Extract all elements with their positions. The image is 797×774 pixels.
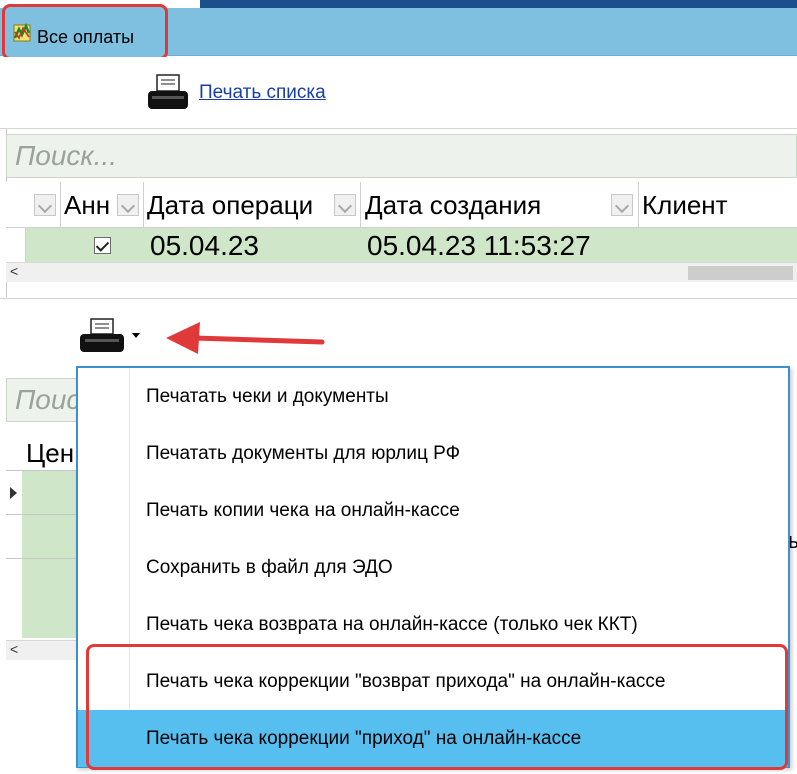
menu-item-print-receipt-copy[interactable]: Печать копии чека на онлайн-кассе <box>78 482 788 539</box>
search-placeholder: Поиск... <box>15 140 117 171</box>
menu-item-print-receipts-docs[interactable]: Печатать чеки и документы <box>78 368 788 425</box>
cell-operation-date: 05.04.23 <box>150 230 259 261</box>
horizontal-scrollbar[interactable]: < <box>6 262 797 282</box>
scroll-thumb[interactable] <box>688 266 793 280</box>
scroll-left-icon[interactable]: < <box>10 641 18 657</box>
printer-icon[interactable] <box>78 318 126 354</box>
filter-button[interactable] <box>611 194 633 216</box>
scroll-left-icon[interactable]: < <box>10 263 18 279</box>
column-header-created-at[interactable]: Дата создания <box>365 190 541 221</box>
tab-all-payments[interactable]: Все оплаты <box>2 4 168 60</box>
menu-item-label: Печать копии чека на онлайн-кассе <box>146 500 460 521</box>
menu-item-label: Печатать чеки и документы <box>146 386 389 407</box>
cell-created-at: 05.04.23 11:53:27 <box>367 230 591 261</box>
row-indicator-cell <box>6 228 26 262</box>
column-header-client[interactable]: Клиент <box>642 190 728 221</box>
column-header-annulled[interactable]: Анн <box>64 190 110 221</box>
top-window-strip <box>200 0 797 8</box>
column-header-operation-date[interactable]: Дата операци <box>147 190 313 221</box>
menu-item-print-legal-docs[interactable]: Печатать документы для юрлиц РФ <box>78 425 788 482</box>
tab-title: Все оплаты <box>37 27 135 47</box>
current-row-indicator-icon <box>10 487 17 499</box>
list-toolbar <box>0 57 797 129</box>
printer-icon[interactable] <box>146 74 190 112</box>
red-arrow-annotation-icon <box>166 322 325 354</box>
red-highlight-annotation <box>86 644 788 770</box>
filter-button[interactable] <box>34 194 56 216</box>
menu-item-label: Печатать документы для юрлиц РФ <box>146 443 461 464</box>
detail-rows <box>22 470 82 638</box>
print-list-link[interactable]: Печать списка <box>199 82 326 104</box>
row-divider <box>6 470 86 471</box>
detail-search-placeholder: Поис <box>15 384 81 415</box>
search-input[interactable]: Поиск... <box>6 134 797 178</box>
app-chart-icon <box>13 23 31 42</box>
row-divider <box>6 558 86 559</box>
column-header-price[interactable]: Цен <box>26 438 74 469</box>
row-divider <box>6 514 86 515</box>
filter-button[interactable] <box>117 194 139 216</box>
annulled-checkbox[interactable] <box>94 237 111 254</box>
chevron-down-icon[interactable] <box>132 333 140 338</box>
detail-horizontal-scrollbar[interactable]: < <box>6 640 86 660</box>
menu-item-save-edo-file[interactable]: Сохранить в файл для ЭДО <box>78 539 788 596</box>
menu-item-label: Сохранить в файл для ЭДО <box>146 557 393 578</box>
menu-item-label: Печать чека возврата на онлайн-кассе (то… <box>146 614 638 635</box>
filter-button[interactable] <box>334 194 356 216</box>
